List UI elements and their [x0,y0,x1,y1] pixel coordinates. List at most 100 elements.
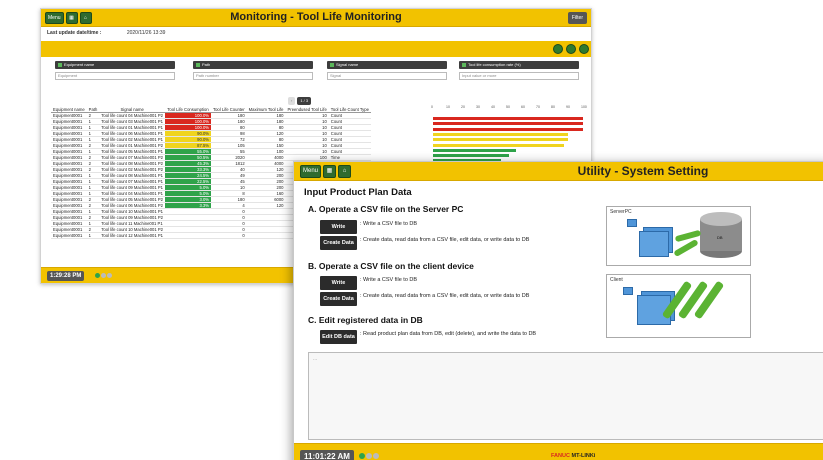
write-server-button[interactable]: Write [320,220,357,234]
server-pc-diagram: ServerPC CSV DB [606,206,751,266]
page-indicator[interactable]: 1 / 3 [297,97,312,105]
section-a-title: A. Operate a CSV file on the Server PC [308,204,464,214]
section-c-title: C. Edit registered data in DB [308,315,423,325]
action-row: Edit DB data : Read product plan data fr… [320,330,590,344]
axis-tick-label: 90 [566,105,570,109]
table-cell: Equipment0001 [51,166,87,173]
column-header[interactable]: Maximum Tool Life [246,107,286,113]
brand-logo: FANUC MT-LINKi [551,453,595,459]
action-description: : Write a CSV file to DB [360,221,418,227]
consumption-bar [433,154,509,158]
signal-input[interactable]: Signal [327,72,447,80]
table-cell: Equipment0001 [51,136,87,143]
filter-path-label: Path [202,62,211,67]
table-cell: Equipment0001 [51,172,87,179]
table-cell: Tool life count 03 Machine001 P1 [99,118,165,125]
table-cell: Equipment0001 [51,130,87,137]
column-header[interactable]: Tool Life Consumption [165,107,211,113]
equipment-input[interactable]: Equipment [55,72,175,80]
filter-consumption: Tool life consumption rate (%) Input val… [459,61,579,80]
filter-consumption-label: Tool life consumption rate (%) [468,62,521,67]
filter-signal: Signal name Signal [327,61,447,80]
check-icon[interactable] [462,62,466,67]
table-cell: Equipment0001 [51,118,87,125]
table-cell: Tool life count 08 Machine001 P2 [99,160,165,167]
table-cell: Equipment0001 [51,226,87,233]
axis-tick-label: 100 [581,105,587,109]
refresh-icon[interactable] [566,44,576,54]
axis-tick-label: 80 [551,105,555,109]
edit-db-data-button[interactable]: Edit DB data [320,330,357,344]
action-description: : Write a CSV file to DB [360,277,418,283]
table-cell [246,232,286,239]
path-input[interactable]: Path number [193,72,313,80]
clock: 1:29:28 PM [47,271,85,281]
axis-tick-label: 10 [446,105,450,109]
table-cell: Tool life count 06 Machine001 P1 [99,130,165,137]
monitoring-title: Monitoring - Tool Life Monitoring [230,11,402,23]
table-cell: Equipment0001 [51,202,87,209]
filter-button[interactable]: Filter [567,12,587,24]
csv-file-icon [639,231,669,257]
consumption-input[interactable]: Input value or more [459,72,579,80]
table-cell: Equipment0001 [51,112,87,119]
consumption-bar [433,122,583,126]
create-data-client-button[interactable]: Create Data [320,292,357,306]
table-cell: Equipment0001 [51,154,87,161]
status-dot [366,453,372,459]
log-placeholder: ... [313,356,318,362]
table-cell: Equipment0001 [51,160,87,167]
consumption-bar [433,148,516,152]
table-cell: Tool life count 09 Machine001 P2 [99,214,165,221]
table-cell: Equipment0001 [51,232,87,239]
column-header[interactable]: Tool Life Counter [211,107,247,113]
grid-icon[interactable]: ▦ [323,165,337,178]
column-header[interactable]: Equipment name [51,107,87,113]
write-client-button[interactable]: Write [320,276,357,290]
home-icon[interactable]: ⌂ [338,165,352,178]
table-cell: Equipment0001 [51,220,87,227]
database-icon: DB [699,211,743,259]
create-data-server-button[interactable]: Create Data [320,236,357,250]
axis-tick-label: 20 [461,105,465,109]
client-label: Client [610,277,623,283]
table-cell: 1 [86,232,100,239]
consumption-bar [433,143,565,147]
download-icon[interactable] [579,44,589,54]
menu-button[interactable]: Menu [300,165,322,178]
table-cell: Tool life count 04 Machine001 P1 [99,190,165,197]
action-description: : Create data, read data from a CSV file… [360,293,530,299]
desktop: Menu ▦ ⌂ Monitoring - Tool Life Monitori… [0,0,823,460]
axis-tick-label: 0 [431,105,433,109]
axis-tick-label: 60 [521,105,525,109]
axis-tick-label: 70 [536,105,540,109]
table-cell: Equipment0001 [51,142,87,149]
axis-tick-label: 30 [476,105,480,109]
filter-panel: Equipment name Equipment Path Path numbe… [49,61,583,85]
settings-icon[interactable] [553,44,563,54]
action-row: Write : Write a CSV file to DB [320,220,590,234]
table-cell: Equipment0001 [51,184,87,191]
prev-page-button[interactable]: ‹ [288,97,296,105]
consumption-bar [433,132,568,137]
table-cell [165,232,211,239]
table-cell: Equipment0001 [51,148,87,155]
log-area[interactable]: ... [308,352,823,440]
status-indicator [95,273,112,278]
column-header[interactable]: Preendused Tool Life [285,107,329,113]
column-header[interactable]: Tool Life Count Type [328,107,371,113]
table-cell: Tool life count 05 Machine001 P1 [99,148,165,155]
table-cell: Tool life count 07 Machine001 P2 [99,154,165,161]
check-icon[interactable] [330,62,334,67]
table-cell: Equipment0001 [51,196,87,203]
table-cell: Tool life count 06 Machine001 P2 [99,202,165,209]
table-cell: Equipment0001 [51,178,87,185]
filter-equipment-label: Equipment name [64,62,95,67]
table-cell: Tool life count 10 Machine001 P1 [99,208,165,215]
table-cell: Tool life count 10 Machine001 P2 [99,226,165,233]
check-icon[interactable] [196,62,200,67]
arrow-icon [674,229,702,243]
last-update-value: 2020/11/26 13:39 [126,30,166,36]
check-icon[interactable] [58,62,62,67]
utility-footer: 11:01:22 AM FANUC MT-LINKi [294,443,823,460]
